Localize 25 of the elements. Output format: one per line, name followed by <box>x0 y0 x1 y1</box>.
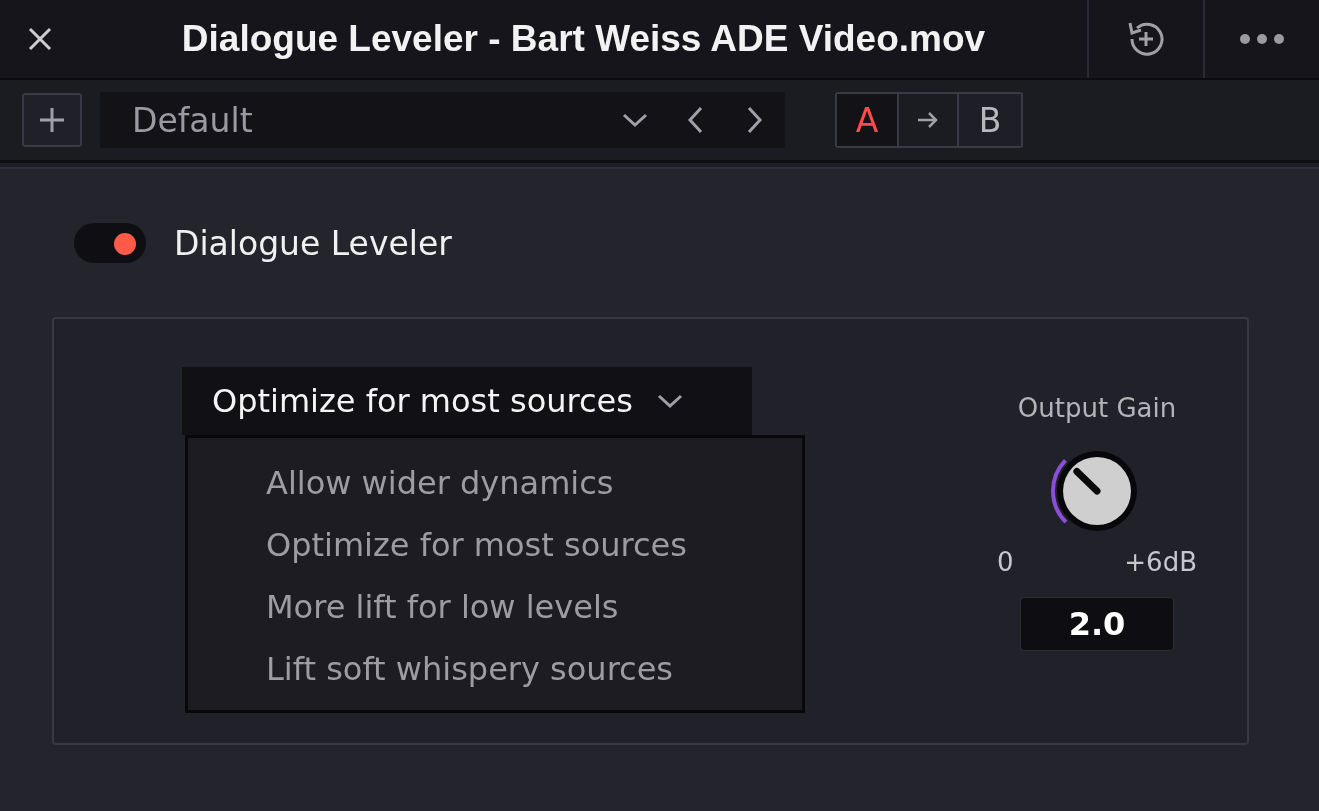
preset-dropdown[interactable]: Default <box>100 92 785 148</box>
gain-label: Output Gain <box>1017 393 1177 423</box>
preset-name: Default <box>131 100 254 140</box>
arrow-right-icon <box>916 110 940 130</box>
more-icon <box>1239 33 1285 45</box>
mode-dropdown[interactable]: Optimize for most sources <box>182 367 752 435</box>
min-label: 0 <box>997 547 1014 577</box>
menu-item[interactable]: Optimize for most sources <box>188 514 802 576</box>
gain-value-field[interactable]: 2.0 <box>1020 597 1174 651</box>
chevron-down-icon <box>622 112 648 128</box>
chevron-right-icon <box>747 106 763 134</box>
close-icon <box>27 26 53 52</box>
menu-item[interactable]: More lift for low levels <box>188 576 802 638</box>
compare-button[interactable]: B <box>959 94 1021 146</box>
compare-button[interactable]: A <box>837 94 899 146</box>
add-button[interactable] <box>22 93 82 147</box>
power-toggle[interactable] <box>74 223 146 263</box>
chevron-down-icon <box>656 393 683 409</box>
plugin-name: Dialogue Leveler <box>174 223 452 263</box>
max-label: +6dB <box>1124 547 1197 577</box>
chevron-left-icon <box>687 106 703 134</box>
window-title: Dialogue Leveler - Bart Weiss ADE Video.mov <box>180 17 987 61</box>
plus-icon <box>38 106 66 134</box>
menu-item[interactable]: Lift soft whispery sources <box>188 638 802 700</box>
menu-item[interactable]: Allow wider dynamics <box>188 452 802 514</box>
